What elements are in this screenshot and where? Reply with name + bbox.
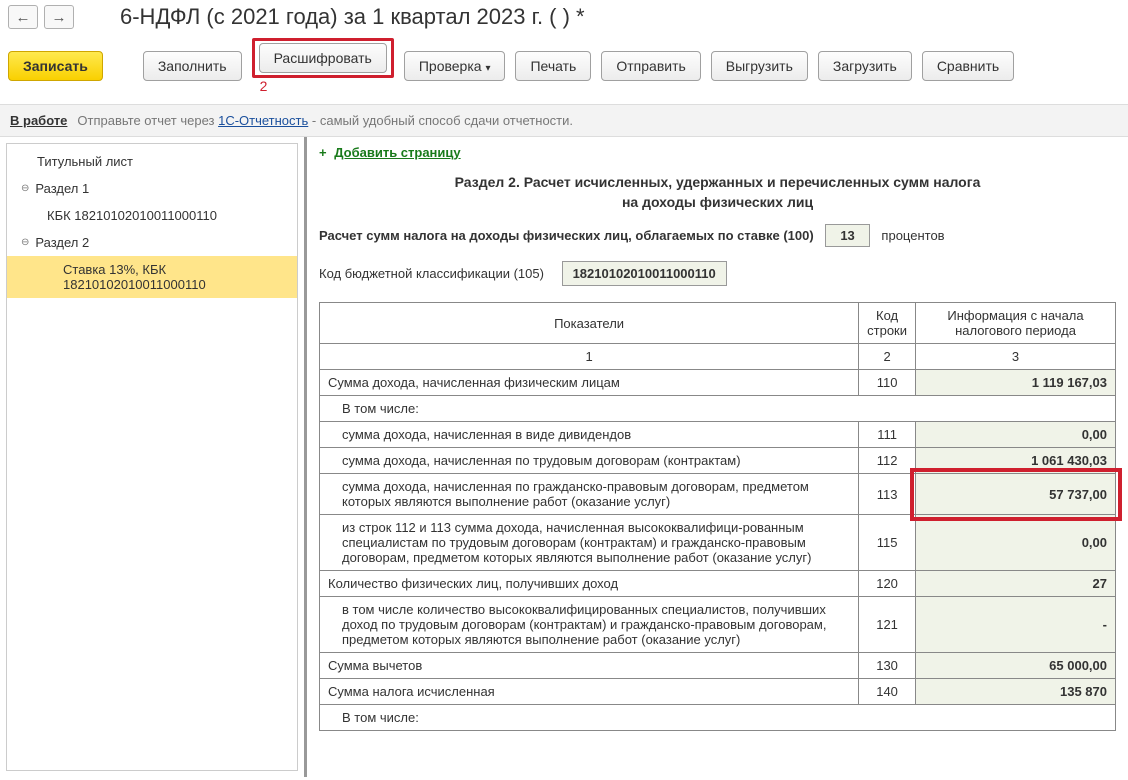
tree-title-page[interactable]: Титульный лист	[7, 148, 297, 175]
status-hint-post: - самый удобный способ сдачи отчетности.	[312, 113, 573, 128]
row-130-label: Сумма вычетов	[320, 653, 859, 679]
row-120-val[interactable]: 27	[916, 571, 1116, 597]
tree-title-label: Титульный лист	[37, 154, 133, 169]
row-115-label: из строк 112 и 113 сумма дохода, начисле…	[320, 515, 859, 571]
colnum-2: 2	[859, 344, 916, 370]
tree-sec2-label: Раздел 2	[35, 235, 89, 250]
compare-button[interactable]: Сравнить	[922, 51, 1014, 81]
row-140-val[interactable]: 135 870	[916, 679, 1116, 705]
colnum-3: 3	[916, 344, 1116, 370]
th-indicators: Показатели	[320, 303, 859, 344]
row-110-val[interactable]: 1 119 167,03	[916, 370, 1116, 396]
colnum-1: 1	[320, 344, 859, 370]
tree-section-2[interactable]: ⊖ Раздел 2	[7, 229, 297, 256]
status-bar: В работе Отправьте отчет через 1С-Отчетн…	[0, 104, 1128, 137]
section-tree: Титульный лист ⊖ Раздел 1 КБК 1821010201…	[6, 143, 298, 771]
kbk-value-box[interactable]: 18210102010011000110	[562, 261, 727, 286]
row-140-code: 140	[859, 679, 916, 705]
row-130-code: 130	[859, 653, 916, 679]
page-title: 6-НДФЛ (с 2021 года) за 1 квартал 2023 г…	[120, 4, 585, 30]
tree-section-1[interactable]: ⊖ Раздел 1	[7, 175, 297, 202]
row-140-label: Сумма налога исчисленная	[320, 679, 859, 705]
kbk-label: Код бюджетной классификации (105)	[319, 266, 544, 281]
row-120-label: Количество физических лиц, получивших до…	[320, 571, 859, 597]
forward-button[interactable]: →	[44, 5, 74, 29]
row-113-label: сумма дохода, начисленная по гражданско-…	[320, 474, 859, 515]
check-label: Проверка	[419, 58, 482, 74]
row-subheader-1: В том числе:	[320, 396, 1116, 422]
tree-kbk-1[interactable]: КБК 18210102010011000110	[7, 202, 297, 229]
row-110-code: 110	[859, 370, 916, 396]
row-112-label: сумма дохода, начисленная по трудовым до…	[320, 448, 859, 474]
th-code: Код строки	[859, 303, 916, 344]
row-121-code: 121	[859, 597, 916, 653]
decode-highlight: Расшифровать	[252, 38, 394, 78]
row-111-label: сумма дохода, начисленная в виде дивиден…	[320, 422, 859, 448]
fill-button[interactable]: Заполнить	[143, 51, 242, 81]
tree-sel-line1: Ставка 13%, КБК	[63, 262, 283, 277]
status-hint-link[interactable]: 1С-Отчетность	[218, 113, 308, 128]
section-heading-1: Раздел 2. Расчет исчисленных, удержанных…	[319, 174, 1116, 190]
check-button[interactable]: Проверка ▾	[404, 51, 506, 81]
row-subheader-2: В том числе:	[320, 705, 1116, 731]
save-button[interactable]: Записать	[8, 51, 103, 81]
back-button[interactable]: ←	[8, 5, 38, 29]
collapse-icon[interactable]: ⊖	[21, 183, 29, 194]
send-button[interactable]: Отправить	[601, 51, 700, 81]
row-110-label: Сумма дохода, начисленная физическим лиц…	[320, 370, 859, 396]
th-info: Информация с начала налогового периода	[916, 303, 1116, 344]
row-112-code: 112	[859, 448, 916, 474]
rate-suffix: процентов	[881, 228, 944, 243]
row-112-val[interactable]: 1 061 430,03	[916, 448, 1116, 474]
row-111-code: 111	[859, 422, 916, 448]
export-button[interactable]: Выгрузить	[711, 51, 808, 81]
row-113-val[interactable]: 57 737,00	[916, 474, 1116, 515]
add-icon: +	[319, 145, 327, 160]
tree-selected-rate[interactable]: Ставка 13%, КБК 18210102010011000110	[7, 256, 297, 298]
row-130-val[interactable]: 65 000,00	[916, 653, 1116, 679]
annotation-2: 2	[260, 78, 268, 94]
rate-value-box[interactable]: 13	[825, 224, 869, 247]
print-button[interactable]: Печать	[515, 51, 591, 81]
row-121-val[interactable]: -	[916, 597, 1116, 653]
row-121-label: в том числе количество высококвалифициро…	[320, 597, 859, 653]
report-content: + Добавить страницу Раздел 2. Расчет исч…	[304, 137, 1128, 777]
add-page-link[interactable]: Добавить страницу	[334, 145, 460, 160]
row-113-code: 113	[859, 474, 916, 515]
tax-table: Показатели Код строки Информация с начал…	[319, 302, 1116, 731]
tree-sec1-label: Раздел 1	[35, 181, 89, 196]
dropdown-caret-icon: ▾	[485, 63, 490, 74]
row-115-code: 115	[859, 515, 916, 571]
decode-button[interactable]: Расшифровать	[259, 43, 387, 73]
tree-kbk1-label: КБК 18210102010011000110	[47, 208, 217, 223]
collapse-icon[interactable]: ⊖	[21, 237, 29, 248]
row-111-val[interactable]: 0,00	[916, 422, 1116, 448]
status-hint-pre: Отправьте отчет через	[77, 113, 218, 128]
row-115-val[interactable]: 0,00	[916, 515, 1116, 571]
rate-text: Расчет сумм налога на доходы физических …	[319, 228, 814, 243]
status-label[interactable]: В работе	[10, 113, 67, 128]
main-toolbar: Записать Заполнить Расшифровать 2 Провер…	[0, 34, 1128, 104]
row-120-code: 120	[859, 571, 916, 597]
tree-sel-line2: 18210102010011000110	[63, 277, 283, 292]
import-button[interactable]: Загрузить	[818, 51, 912, 81]
section-heading-2: на доходы физических лиц	[319, 194, 1116, 210]
